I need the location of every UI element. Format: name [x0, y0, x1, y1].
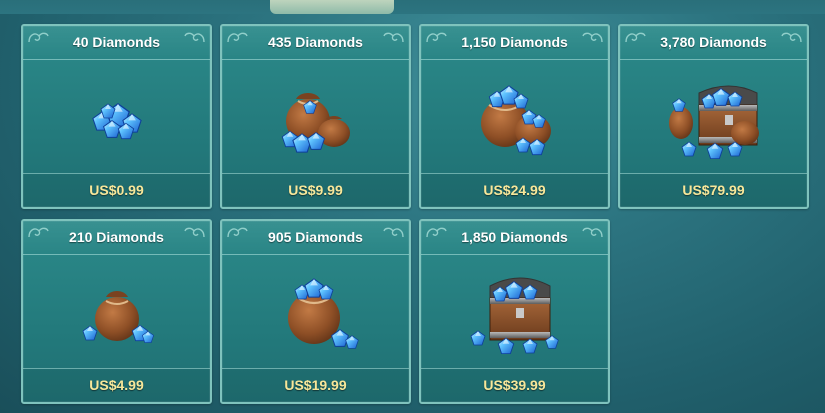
diamond-package-card[interactable]: 1,150 Diamonds US$24.99: [419, 24, 610, 209]
diamond-package-card[interactable]: 435 Diamonds US$9.99: [220, 24, 411, 209]
card-header: 1,150 Diamonds: [421, 26, 608, 60]
package-title: 435 Diamonds: [268, 34, 363, 50]
active-top-tab[interactable]: [270, 0, 394, 14]
diamond-pile-small-icon: [91, 102, 142, 139]
package-art: [421, 255, 608, 368]
diamond-chest-icon: [470, 277, 559, 354]
package-title: 3,780 Diamonds: [660, 34, 767, 50]
package-title: 40 Diamonds: [72, 34, 161, 50]
price-bar[interactable]: US$39.99: [421, 368, 608, 402]
package-price: US$19.99: [284, 377, 347, 393]
package-price: US$39.99: [483, 377, 546, 393]
package-art: [222, 60, 409, 173]
diamond-package-card[interactable]: 3,780 Diamonds US$79.99: [618, 24, 809, 209]
price-bar[interactable]: US$9.99: [222, 173, 409, 207]
package-price: US$24.99: [483, 182, 546, 198]
package-art: [222, 255, 409, 368]
package-title: 1,150 Diamonds: [461, 34, 568, 50]
card-header: 435 Diamonds: [222, 26, 409, 60]
package-price: US$0.99: [89, 182, 144, 198]
price-bar[interactable]: US$19.99: [222, 368, 409, 402]
card-header: 40 Diamonds: [23, 26, 210, 60]
diamond-package-card[interactable]: 40 Diamonds US$0.99: [21, 24, 212, 209]
package-title: 1,850 Diamonds: [461, 229, 568, 245]
card-header: 3,780 Diamonds: [620, 26, 807, 60]
diamond-chest-large-icon: [668, 85, 759, 159]
diamond-sack-full-icon: [287, 277, 359, 349]
package-art: [421, 60, 608, 173]
package-title: 905 Diamonds: [268, 229, 363, 245]
card-header: 1,850 Diamonds: [421, 221, 608, 255]
package-title: 210 Diamonds: [69, 229, 164, 245]
diamond-package-card[interactable]: 210 Diamonds US$4.99: [21, 219, 212, 404]
package-art: [620, 60, 807, 173]
card-header: 210 Diamonds: [23, 221, 210, 255]
diamond-sack-small-icon: [82, 290, 154, 343]
package-art: [23, 60, 210, 173]
package-price: US$9.99: [288, 182, 343, 198]
package-price: US$4.99: [89, 377, 144, 393]
package-art: [23, 255, 210, 368]
price-bar[interactable]: US$79.99: [620, 173, 807, 207]
card-header: 905 Diamonds: [222, 221, 409, 255]
diamond-package-card[interactable]: 905 Diamonds US$19.99: [220, 219, 411, 404]
diamond-sacks-large-icon: [480, 84, 551, 155]
diamond-sack-pair-icon: [281, 92, 350, 153]
price-bar[interactable]: US$24.99: [421, 173, 608, 207]
top-tab-bar: [0, 0, 825, 14]
diamond-shop-grid: 40 Diamonds US$0.99 435 Diamonds US$9.99…: [21, 24, 811, 404]
diamond-package-card[interactable]: 1,850 Diamonds US$39.99: [419, 219, 610, 404]
price-bar[interactable]: US$4.99: [23, 368, 210, 402]
price-bar[interactable]: US$0.99: [23, 173, 210, 207]
package-price: US$79.99: [682, 182, 745, 198]
